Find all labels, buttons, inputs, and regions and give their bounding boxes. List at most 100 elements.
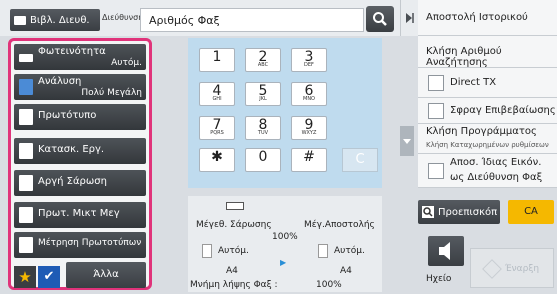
key-digit: #: [303, 149, 315, 165]
send-same-image-line2: ως Διεύθυνση Φαξ: [450, 172, 543, 183]
keypad-key[interactable]: ✱: [199, 148, 235, 172]
keypad-key[interactable]: 5 JKL: [245, 82, 281, 106]
keypad-key[interactable]: 6 MNO: [291, 82, 327, 106]
confirmation-stamp-checkbox[interactable]: [428, 103, 444, 119]
original-size-icon: [226, 202, 244, 210]
original-count-button[interactable]: Μέτρηση Πρωτοτύπων: [14, 232, 146, 258]
resolution-value: Πολύ Μεγάλη: [81, 88, 142, 98]
preview-label: Προεπισκόπ: [438, 206, 498, 218]
memory-label: Μνήμη λήψης Φαξ :: [190, 280, 278, 290]
call-program-item[interactable]: Κλήση Προγράμματος Κλήση Καταχωρημένων ρ…: [418, 124, 557, 154]
key-digit: ✱: [211, 149, 223, 165]
slow-scan-icon: [19, 175, 33, 191]
key-letters: PQRS: [210, 130, 224, 136]
resolution-label: Ανάλυση: [38, 76, 82, 87]
start-button[interactable]: Έναρξη: [470, 248, 554, 288]
scan-info-panel: Μέγεθ. Σάρωσης Μέγ.Αποστολής 100% Αυτόμ.…: [188, 196, 382, 292]
keypad-key[interactable]: #: [291, 148, 327, 172]
arrow-right-icon: ▶: [280, 258, 287, 267]
speaker-button[interactable]: [428, 236, 464, 266]
original-button[interactable]: Πρωτότυπο: [14, 104, 146, 130]
other-button[interactable]: Άλλα: [66, 262, 146, 288]
original-label: Πρωτότυπο: [38, 110, 97, 121]
mixed-size-icon: [19, 207, 33, 223]
mixed-size-button[interactable]: Πρωτ. Μικτ Μεγ: [14, 202, 146, 228]
original-count-label: Μέτρηση Πρωτοτύπων: [38, 238, 142, 248]
collapse-arrow-icon: [406, 13, 414, 23]
keypad-key[interactable]: 7 PQRS: [199, 116, 235, 140]
original-icon: [19, 109, 33, 125]
send-same-image-checkbox[interactable]: [428, 163, 444, 179]
send-paper-icon: [318, 244, 328, 258]
chevron-down-icon: [403, 139, 411, 144]
scan-paper-value: A4: [226, 266, 238, 276]
start-label: Έναρξη: [504, 264, 540, 274]
job-build-label: Κατασκ. Εργ.: [38, 144, 105, 155]
search-button[interactable]: [366, 6, 394, 32]
preview-search-icon: [422, 206, 434, 218]
keypad-key[interactable]: 8 TUV: [245, 116, 281, 140]
speaker-label: Ηχείο: [426, 274, 452, 284]
key-letters: ABC: [257, 62, 269, 68]
keypad-key[interactable]: 4 GHI: [199, 82, 235, 106]
direct-tx-label: Direct TX: [450, 77, 497, 88]
send-history-label: Αποστολή Ιστορικού: [426, 12, 528, 23]
exposure-value: Αυτόμ.: [111, 58, 142, 68]
checkmark-icon[interactable]: ✔: [38, 266, 60, 288]
start-diamond-icon: [482, 258, 502, 279]
resolution-icon: [19, 79, 33, 95]
key-letters: WXYZ: [301, 130, 317, 136]
direct-tx-checkbox[interactable]: [428, 75, 444, 91]
keypad-key[interactable]: 2 ABC: [245, 48, 281, 72]
panel-toggle[interactable]: [400, 0, 418, 36]
preview-button[interactable]: Προεπισκόπ: [418, 200, 500, 224]
key-letters: JKL: [259, 96, 267, 102]
keypad-key[interactable]: 0: [245, 148, 281, 172]
exposure-label: Φωτεινότητα: [38, 46, 106, 57]
confirmation-stamp-item[interactable]: Σφραγ Επιβεβαίωσης: [418, 98, 557, 124]
slow-scan-button[interactable]: Αργή Σάρωση: [14, 170, 146, 196]
call-program-subtitle: Κλήση Καταχωρημένων ρυθμίσεων: [426, 141, 549, 149]
destination-label: Διεύθυνση: [102, 13, 144, 22]
keypad-key[interactable]: 3 DEF: [291, 48, 327, 72]
confirmation-stamp-label: Σφραγ Επιβεβαίωσης: [450, 105, 556, 116]
memory-value: 100%: [316, 280, 342, 290]
key-letters: TUV: [257, 130, 269, 136]
scroll-button[interactable]: [400, 126, 414, 156]
favorite-star-icon[interactable]: ★: [14, 266, 36, 288]
address-book-icon: [14, 15, 26, 25]
speaker-icon: [439, 242, 450, 260]
job-build-button[interactable]: Κατασκ. Εργ.: [14, 138, 146, 164]
key-digit: 0: [258, 149, 268, 165]
search-icon: [373, 12, 387, 26]
send-history-item[interactable]: Αποστολή Ιστορικού: [418, 0, 557, 36]
ca-button[interactable]: CA: [508, 200, 554, 224]
original-count-icon: [19, 237, 33, 253]
address-book-button[interactable]: Βιβλ. Διευθ.: [10, 9, 100, 31]
call-search-number-item[interactable]: Κλήση Αριθμού Αναζήτησης: [418, 36, 557, 68]
scan-mode-value: Αυτόμ.: [218, 246, 249, 256]
exposure-button[interactable]: Φωτεινότητα Αυτόμ.: [14, 44, 146, 70]
keypad-key[interactable]: 9 WXYZ: [291, 116, 327, 140]
send-same-image-item[interactable]: Αποσ. Ίδιας Εικόν. ως Διεύθυνση Φαξ: [418, 154, 557, 188]
key-letters: DEF: [304, 62, 314, 68]
mixed-size-label: Πρωτ. Μικτ Μεγ: [38, 208, 120, 219]
key-digit: 1: [212, 49, 222, 65]
send-paper-value: A4: [340, 266, 352, 276]
call-program-title: Κλήση Προγράμματος: [426, 126, 537, 137]
scan-size-label: Μέγεθ. Σάρωσης: [196, 220, 272, 230]
call-search-number-label: Κλήση Αριθμού Αναζήτησης: [426, 46, 502, 68]
zoom-value: 100%: [272, 232, 298, 242]
send-same-image-line1: Αποσ. Ίδιας Εικόν.: [450, 157, 542, 168]
slow-scan-label: Αργή Σάρωση: [38, 176, 107, 187]
clear-key[interactable]: C: [342, 148, 378, 172]
key-letters: GHI: [212, 96, 222, 102]
resolution-button[interactable]: Ανάλυση Πολύ Μεγάλη: [14, 74, 146, 100]
scan-paper-icon: [202, 244, 212, 258]
fax-number-input[interactable]: Αριθμός Φαξ: [140, 8, 364, 32]
key-letters: MNO: [303, 96, 315, 102]
direct-tx-item[interactable]: Direct TX: [418, 68, 557, 98]
job-build-icon: [19, 143, 33, 159]
keypad-key[interactable]: 1: [199, 48, 235, 72]
address-book-label: Βιβλ. Διευθ.: [30, 14, 90, 26]
